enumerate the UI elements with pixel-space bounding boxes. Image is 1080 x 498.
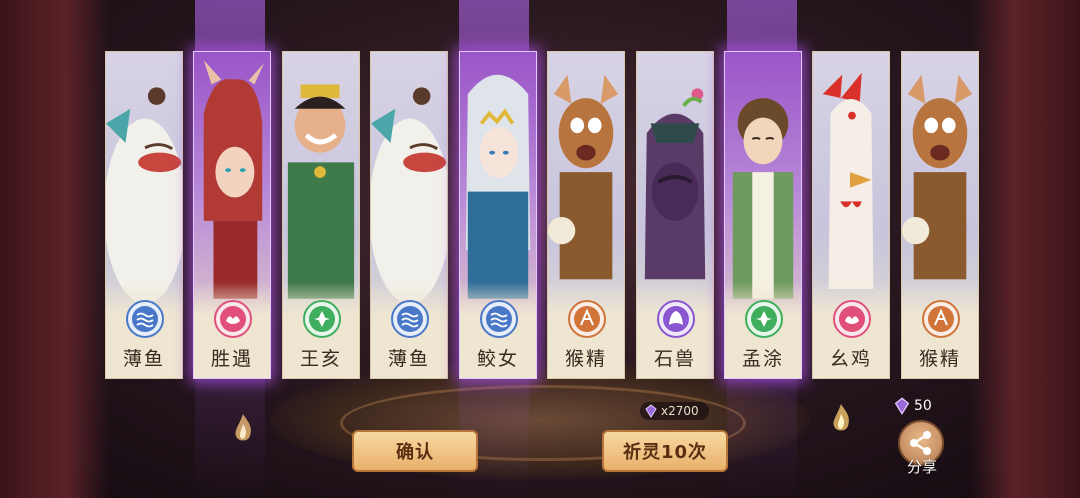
- crystal-amount: 50: [914, 398, 932, 414]
- character-portrait: [822, 72, 874, 290]
- character-portrait: [644, 88, 706, 280]
- character-portrait: [465, 74, 531, 299]
- card-name: 薄鱼: [387, 348, 430, 370]
- character-portrait: [371, 87, 447, 302]
- summon-card[interactable]: 薄鱼: [370, 51, 448, 379]
- summon-card[interactable]: 猴精: [901, 51, 979, 379]
- shadow-element-icon: [657, 300, 695, 338]
- summon-card[interactable]: 胜遇: [193, 51, 271, 379]
- card-name: 幺鸡: [829, 348, 872, 370]
- summon-card[interactable]: 薄鱼: [105, 51, 183, 379]
- card-name: 猴精: [564, 348, 607, 370]
- summon-card[interactable]: 孟涂: [724, 51, 802, 379]
- crystal-icon: [894, 397, 910, 415]
- summon-card[interactable]: 王亥: [282, 51, 360, 379]
- character-portrait: [203, 60, 265, 299]
- character-portrait: [106, 87, 182, 302]
- fire-element-icon: [214, 300, 252, 338]
- character-portrait: [902, 74, 973, 280]
- pray-ten-button[interactable]: 祈灵10次: [602, 430, 728, 472]
- card-name: 薄鱼: [122, 348, 165, 370]
- character-portrait: [732, 98, 794, 299]
- card-name: 王亥: [299, 348, 342, 370]
- curtain-left: [0, 0, 110, 498]
- card-name: 孟涂: [741, 348, 784, 370]
- fire-element-icon: [833, 300, 871, 338]
- curtain-right: [970, 0, 1080, 498]
- earth-element-icon: [922, 300, 960, 338]
- share-label: 分享: [906, 458, 937, 476]
- water-element-icon: [126, 300, 164, 338]
- summon-card[interactable]: 石兽: [636, 51, 714, 379]
- summon-card[interactable]: 幺鸡: [812, 51, 890, 379]
- earth-element-icon: [568, 300, 606, 338]
- water-element-icon: [480, 300, 518, 338]
- crystal-balance: 50: [893, 397, 932, 415]
- wood-element-icon: [745, 300, 783, 338]
- confirm-button[interactable]: 确认: [352, 430, 478, 472]
- cost-amount: x2700: [661, 404, 699, 418]
- character-portrait: [548, 74, 619, 280]
- card-name: 石兽: [653, 348, 696, 370]
- water-element-icon: [391, 300, 429, 338]
- wood-element-icon: [303, 300, 341, 338]
- summon-card[interactable]: 鲛女: [459, 51, 537, 379]
- card-name: 鲛女: [476, 348, 519, 370]
- character-portrait: [287, 84, 355, 299]
- pray-cost: x2700: [640, 402, 709, 420]
- summon-card[interactable]: 猴精: [547, 51, 625, 379]
- flame-icon: [833, 404, 849, 431]
- card-name: 胜遇: [210, 348, 253, 370]
- card-name: 猴精: [918, 348, 961, 370]
- crystal-icon: [645, 404, 657, 418]
